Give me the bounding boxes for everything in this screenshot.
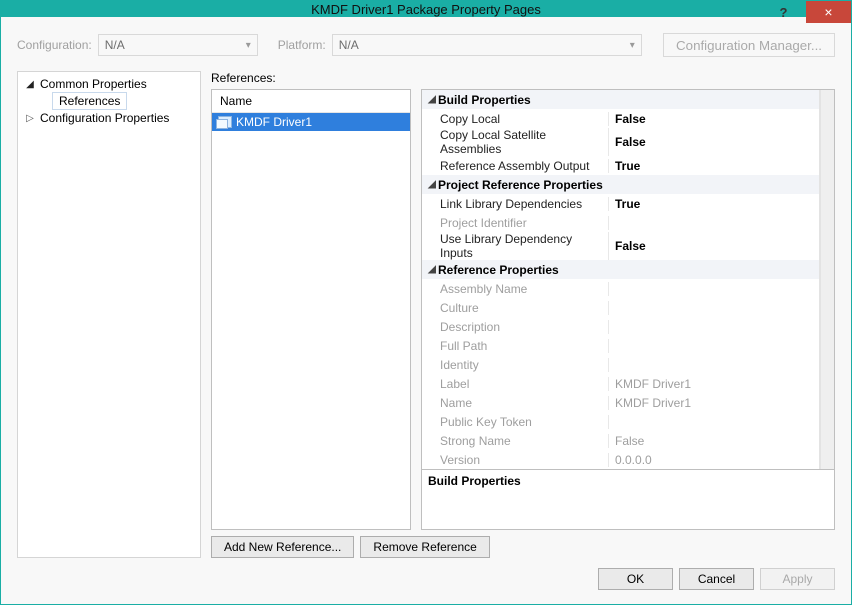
property-row[interactable]: Reference Assembly Output True (422, 156, 819, 175)
property-row[interactable]: Public Key Token (422, 412, 819, 431)
scrollbar[interactable] (820, 90, 834, 469)
help-button[interactable]: ? (761, 1, 806, 23)
platform-combo[interactable]: N/A ▾ (332, 34, 642, 56)
property-pages-window: KMDF Driver1 Package Property Pages ? × … (1, 1, 851, 604)
property-name: Link Library Dependencies (422, 197, 609, 211)
property-name: Project Identifier (422, 216, 609, 230)
property-value[interactable]: False (609, 112, 819, 126)
configuration-combo[interactable]: N/A ▾ (98, 34, 258, 56)
property-row[interactable]: Name KMDF Driver1 (422, 393, 819, 412)
property-name: Strong Name (422, 434, 609, 448)
property-row[interactable]: Identity (422, 355, 819, 374)
property-value[interactable]: True (609, 197, 819, 211)
property-name: Reference Assembly Output (422, 159, 609, 173)
references-list[interactable]: Name KMDF Driver1 (211, 89, 411, 530)
configuration-manager-button[interactable]: Configuration Manager... (663, 33, 835, 57)
expand-icon[interactable]: ◢ (24, 79, 36, 90)
property-name: Version (422, 453, 609, 467)
property-name: Identity (422, 358, 609, 372)
tree-item-common-properties[interactable]: ◢ Common Properties (18, 76, 200, 92)
cancel-button[interactable]: Cancel (679, 568, 754, 590)
collapse-icon[interactable]: ◢ (426, 264, 438, 275)
property-description-title: Build Properties (428, 474, 828, 488)
chevron-down-icon: ▾ (630, 40, 635, 51)
property-name: Description (422, 320, 609, 334)
configuration-row: Configuration: N/A ▾ Platform: N/A ▾ Con… (17, 33, 835, 57)
property-row[interactable]: Link Library Dependencies True (422, 194, 819, 213)
property-row[interactable]: Project Identifier (422, 213, 819, 232)
property-name: Public Key Token (422, 415, 609, 429)
property-name: Label (422, 377, 609, 391)
category-label: Project Reference Properties (438, 178, 603, 192)
tree-label: Common Properties (40, 77, 147, 91)
property-name: Use Library Dependency Inputs (422, 232, 609, 260)
property-category[interactable]: ◢ Build Properties (422, 90, 819, 109)
platform-value: N/A (339, 38, 359, 52)
project-reference-icon (218, 116, 232, 128)
tree-item-references[interactable]: References (52, 92, 127, 110)
property-row[interactable]: Copy Local Satellite Assemblies False (422, 128, 819, 156)
property-value[interactable]: False (609, 239, 819, 253)
property-value[interactable]: True (609, 159, 819, 173)
property-value[interactable]: False (609, 135, 819, 149)
references-label: References: (211, 71, 835, 85)
property-row[interactable]: Copy Local False (422, 109, 819, 128)
dialog-content: Configuration: N/A ▾ Platform: N/A ▾ Con… (1, 17, 851, 604)
property-value: 0.0.0.0 (609, 453, 819, 467)
property-name: Copy Local Satellite Assemblies (422, 128, 609, 156)
property-value: False (609, 434, 819, 448)
category-label: Build Properties (438, 93, 531, 107)
property-grid-body: ◢ Build Properties Copy Local False Copy… (422, 90, 834, 469)
property-name: Full Path (422, 339, 609, 353)
dialog-buttons: OK Cancel Apply (17, 558, 835, 594)
apply-button[interactable]: Apply (760, 568, 835, 590)
property-category[interactable]: ◢ Reference Properties (422, 260, 819, 279)
tree-item-configuration-properties[interactable]: ▷ Configuration Properties (18, 110, 200, 126)
list-item-label: KMDF Driver1 (236, 115, 312, 129)
right-panel: References: Name KMDF Driver1 (211, 71, 835, 558)
collapse-icon[interactable]: ◢ (426, 179, 438, 190)
ok-button[interactable]: OK (598, 568, 673, 590)
property-row[interactable]: Assembly Name (422, 279, 819, 298)
property-grid: ◢ Build Properties Copy Local False Copy… (421, 89, 835, 530)
property-row[interactable]: Description (422, 317, 819, 336)
titlebar-controls: ? × (761, 1, 851, 23)
property-row[interactable]: Culture (422, 298, 819, 317)
property-value: KMDF Driver1 (609, 377, 819, 391)
split-panels: Name KMDF Driver1 ◢ Build Properties (211, 89, 835, 530)
property-name: Assembly Name (422, 282, 609, 296)
configuration-value: N/A (105, 38, 125, 52)
property-description-panel: Build Properties (422, 469, 834, 529)
list-column-header[interactable]: Name (212, 90, 410, 113)
configuration-label: Configuration: (17, 38, 92, 52)
property-row[interactable]: Strong Name False (422, 431, 819, 450)
property-row[interactable]: Use Library Dependency Inputs False (422, 232, 819, 260)
property-value: KMDF Driver1 (609, 396, 819, 410)
property-name: Name (422, 396, 609, 410)
titlebar: KMDF Driver1 Package Property Pages ? × (1, 1, 851, 17)
category-tree[interactable]: ◢ Common Properties References ▷ Configu… (17, 71, 201, 558)
window-title: KMDF Driver1 Package Property Pages (1, 2, 851, 17)
property-row[interactable]: Full Path (422, 336, 819, 355)
property-name: Culture (422, 301, 609, 315)
expand-icon[interactable]: ▷ (24, 113, 36, 124)
main-area: ◢ Common Properties References ▷ Configu… (17, 71, 835, 558)
property-category[interactable]: ◢ Project Reference Properties (422, 175, 819, 194)
close-button[interactable]: × (806, 1, 851, 23)
add-new-reference-button[interactable]: Add New Reference... (211, 536, 354, 558)
property-row[interactable]: Label KMDF Driver1 (422, 374, 819, 393)
property-name: Copy Local (422, 112, 609, 126)
property-row[interactable]: Version 0.0.0.0 (422, 450, 819, 469)
list-item[interactable]: KMDF Driver1 (212, 113, 410, 131)
reference-buttons: Add New Reference... Remove Reference (211, 536, 835, 558)
collapse-icon[interactable]: ◢ (426, 94, 438, 105)
chevron-down-icon: ▾ (246, 40, 251, 51)
platform-label: Platform: (278, 38, 326, 52)
category-label: Reference Properties (438, 263, 559, 277)
remove-reference-button[interactable]: Remove Reference (360, 536, 489, 558)
tree-label: Configuration Properties (40, 111, 169, 125)
